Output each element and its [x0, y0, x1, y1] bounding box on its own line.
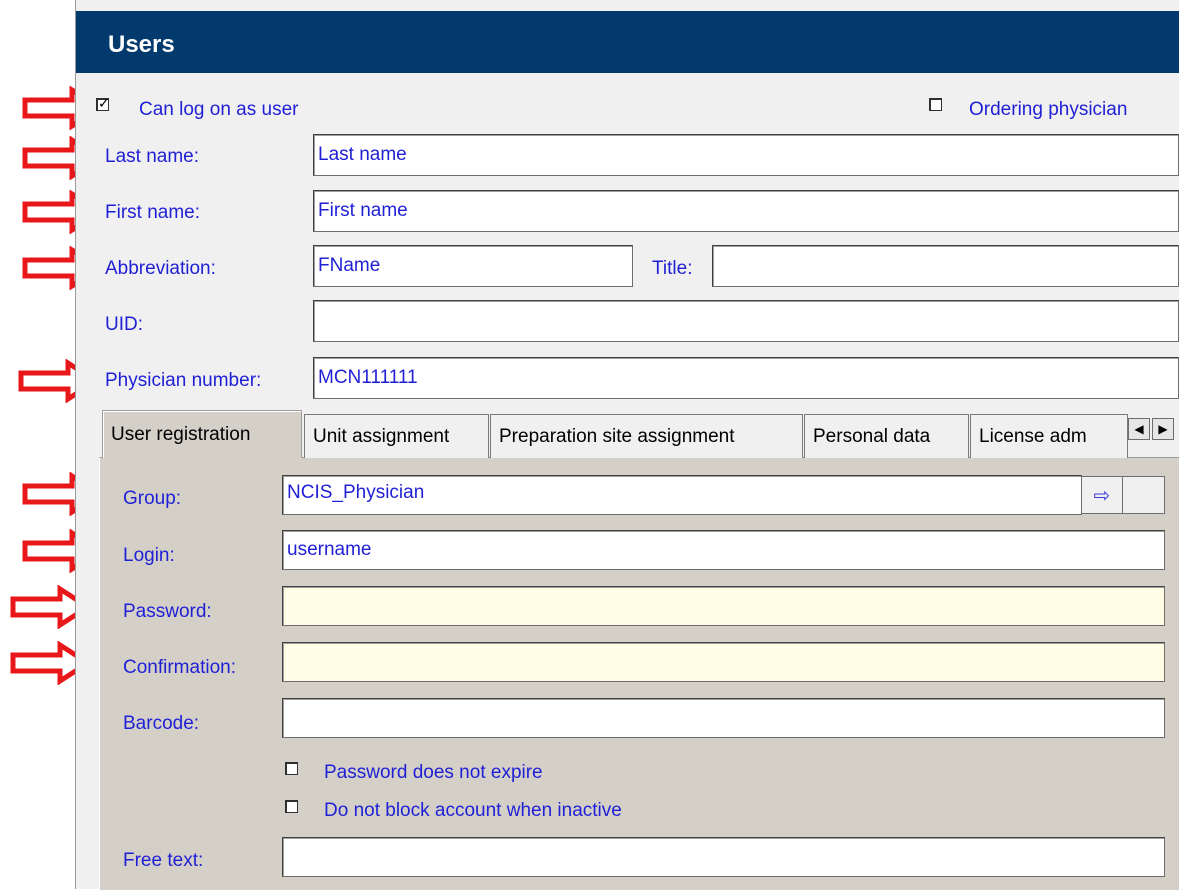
confirmation-input[interactable]	[282, 642, 1165, 682]
checkmark-icon: ✓	[98, 96, 110, 112]
physician-number-label: Physician number:	[105, 370, 262, 391]
abbreviation-label: Abbreviation:	[105, 258, 216, 279]
group-label: Group:	[123, 488, 182, 509]
login-label: Login:	[123, 545, 175, 566]
uid-input[interactable]	[313, 300, 1179, 342]
triangle-left-icon: ◀	[1134, 422, 1144, 436]
last-name-input[interactable]: Last name	[313, 134, 1179, 176]
barcode-label: Barcode:	[123, 713, 200, 734]
ordering-physician-checkbox[interactable]	[929, 98, 942, 111]
password-label: Password:	[123, 601, 212, 622]
group-lookup-button[interactable]: ⇨	[1081, 476, 1123, 514]
confirmation-label: Confirmation:	[123, 657, 236, 678]
no-block-inactive-label[interactable]: Do not block account when inactive	[324, 800, 622, 822]
tab-license-administration[interactable]: License adm	[970, 414, 1128, 458]
uid-label: UID:	[105, 314, 143, 335]
tab-scroll-right-button[interactable]: ▶	[1152, 418, 1174, 440]
ordering-physician-label[interactable]: Ordering physician	[969, 99, 1127, 121]
triangle-right-icon: ▶	[1158, 422, 1168, 436]
barcode-input[interactable]	[282, 698, 1165, 738]
tab-user-registration[interactable]: User registration	[102, 410, 302, 458]
password-no-expire-checkbox[interactable]	[285, 762, 298, 775]
password-no-expire-label[interactable]: Password does not expire	[324, 762, 543, 784]
tab-preparation-site-assignment[interactable]: Preparation site assignment	[490, 414, 803, 458]
no-block-inactive-checkbox[interactable]	[285, 800, 298, 813]
first-name-label: First name:	[105, 202, 201, 223]
password-input[interactable]	[282, 586, 1165, 626]
title-label: Title:	[652, 258, 693, 279]
last-name-label: Last name:	[105, 146, 199, 167]
tab-scroll-left-button[interactable]: ◀	[1128, 418, 1150, 440]
title-input[interactable]	[712, 245, 1179, 287]
arrow-right-icon: ⇨	[1093, 484, 1111, 507]
free-text-label: Free text:	[123, 850, 204, 871]
tab-personal-data[interactable]: Personal data	[804, 414, 969, 458]
group-clear-button[interactable]	[1123, 476, 1165, 514]
tab-unit-assignment[interactable]: Unit assignment	[304, 414, 489, 458]
first-name-input[interactable]: First name	[313, 190, 1179, 232]
group-input[interactable]: NCIS_Physician	[282, 475, 1082, 515]
login-input[interactable]: username	[282, 530, 1165, 570]
can-log-on-checkbox[interactable]: ✓	[96, 96, 110, 112]
abbreviation-input[interactable]: FName	[313, 245, 633, 287]
physician-number-input[interactable]: MCN111111	[313, 357, 1179, 399]
can-log-on-label[interactable]: Can log on as user	[139, 99, 299, 121]
title-bar: Users	[76, 11, 1179, 73]
free-text-input[interactable]	[282, 837, 1165, 877]
window-title: Users	[108, 31, 175, 58]
group-lookup: ⇨	[1081, 476, 1165, 514]
